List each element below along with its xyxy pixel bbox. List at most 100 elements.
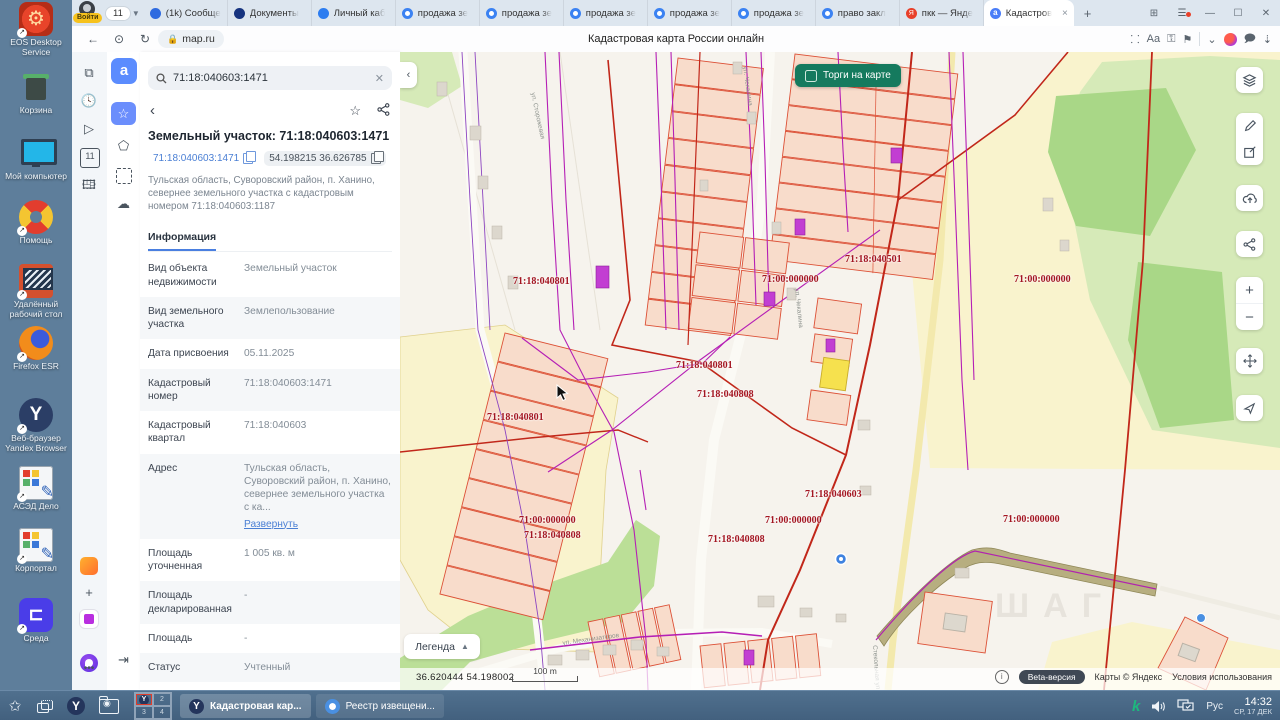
apps-grid-icon[interactable]: ⸬ (1131, 32, 1140, 47)
favorites-star-button[interactable]: ☆ (111, 102, 136, 125)
pan-button[interactable] (1236, 348, 1263, 374)
browser-tab[interactable]: продажа зе (480, 0, 564, 26)
workspace-4[interactable]: 4 (153, 706, 171, 719)
browser-tab[interactable]: продажа зе (648, 0, 732, 26)
minimize-button[interactable]: — (1196, 8, 1224, 19)
browser-tab[interactable]: право закл (816, 0, 900, 26)
search-input[interactable]: 71:18:040603:1471 ✕ (148, 66, 392, 90)
profile-button[interactable]: Войти (72, 0, 102, 26)
browser-tab[interactable]: продажа зе (564, 0, 648, 26)
browser-tab[interactable]: продажа зе (396, 0, 480, 26)
panels-icon[interactable]: ⧉ (80, 64, 98, 82)
browser-tab[interactable]: продажа зе (732, 0, 816, 26)
cadastral-number-link[interactable]: 71:18:040603:1471 (148, 151, 258, 166)
my-location-button[interactable] (1236, 395, 1263, 421)
mapru-logo[interactable]: a (111, 58, 137, 84)
polygon-draw-icon[interactable]: ⬠ (111, 134, 136, 157)
tray-app-icon[interactable]: k (1132, 698, 1140, 715)
expand-link[interactable]: Развернуть (244, 518, 392, 531)
new-tab-button[interactable]: + (1084, 6, 1092, 21)
coordinates-chip[interactable]: 54.198215 36.626785 (264, 151, 385, 166)
workspace-switcher[interactable]: Y 2 3 4 (134, 692, 172, 720)
browser-tab[interactable]: Кадастров× (984, 0, 1074, 26)
checkbox-icon[interactable] (805, 70, 817, 82)
screenshot-icon[interactable]: 🖽 (80, 176, 98, 194)
tab-close-icon[interactable]: × (1062, 8, 1068, 19)
show-windows-icon[interactable] (37, 700, 53, 713)
browser-tab[interactable]: (1k) Сообще (144, 0, 228, 26)
tab-information[interactable]: Информация (148, 227, 392, 252)
desktop-icon-korportal[interactable]: ↗ Корпортал (0, 528, 72, 574)
desktop-icon-my-computer[interactable]: Мой компьютер (0, 136, 72, 182)
terms-link[interactable]: Условия использования (1172, 672, 1272, 682)
edit-button[interactable] (1236, 139, 1263, 165)
copy-icon[interactable] (371, 153, 381, 164)
browser-tab[interactable]: Личный каб (312, 0, 396, 26)
desktop-icon-sreda[interactable]: ↗ Среда (0, 598, 72, 644)
copy-icon[interactable] (243, 153, 253, 164)
cloud-upload-button[interactable] (1236, 185, 1263, 211)
url-field[interactable]: 🔒 map.ru (158, 30, 224, 48)
add-widget-icon[interactable]: + (80, 584, 98, 602)
desktop-icon-trash[interactable]: Корзина (0, 70, 72, 116)
workspace-3[interactable]: 3 (135, 706, 153, 719)
desktop-icon-asd-delo[interactable]: ↗ АСЭД Дело (0, 466, 72, 512)
start-menu-icon[interactable]: ✩ (0, 694, 30, 718)
zoom-out-button[interactable]: − (1236, 303, 1263, 330)
info-icon[interactable]: i (995, 670, 1009, 684)
exit-icon[interactable]: ⇥ (111, 648, 136, 671)
workspace-2[interactable]: 2 (153, 693, 171, 706)
desktop-icon-remote-desktop[interactable]: ↗ Удалённый рабочий стол (0, 264, 72, 320)
clock[interactable]: 14:32 СР, 17 ДЕК (1234, 696, 1272, 716)
tab-counter[interactable]: 11 ▼ (106, 7, 140, 20)
cloud-icon[interactable]: ☁ (111, 192, 136, 215)
back-chevron-icon[interactable]: ‹ (150, 102, 155, 119)
bookmark-icon[interactable]: ⚑ (1182, 33, 1192, 46)
yandex-home-icon[interactable]: ⊙ (106, 32, 132, 46)
close-button[interactable]: ✕ (1252, 8, 1280, 19)
mail-icon[interactable] (80, 557, 98, 575)
tab-count-badge[interactable]: 11 (80, 148, 100, 168)
clear-search-icon[interactable]: ✕ (375, 72, 384, 85)
refresh-button[interactable]: ↻ (132, 32, 158, 46)
play-icon[interactable]: ▷ (80, 120, 98, 138)
volume-icon[interactable] (1151, 700, 1166, 713)
pocket-icon[interactable]: ⌄ (1207, 33, 1216, 46)
desktop-icon-help[interactable]: ↗ Помощь (0, 200, 72, 246)
area-select-icon[interactable] (116, 168, 132, 184)
legend-button[interactable]: Легенда ▲ (404, 634, 480, 659)
map-share-button[interactable] (1236, 231, 1263, 257)
panel-collapse-button[interactable]: ‹ (400, 62, 417, 88)
star-icon[interactable]: ☆ (349, 103, 361, 119)
desktop-icon-firefox[interactable]: ↗ Firefox ESR (0, 326, 72, 372)
sidebar-panel-icon[interactable]: ⊞ (1140, 8, 1168, 19)
downloads-icon[interactable]: ⇣ (1263, 33, 1272, 46)
browser-tab[interactable]: пкк — Янде (900, 0, 984, 26)
translate-icon[interactable]: Aa (1147, 33, 1160, 45)
history-icon[interactable]: 🕓 (80, 92, 98, 110)
yandex-browser-taskbar-icon[interactable]: Y (67, 697, 85, 715)
display-settings-icon[interactable] (1177, 699, 1195, 713)
more-icon[interactable]: ••• (80, 660, 98, 678)
torgi-toggle-button[interactable]: Торги на карте (795, 64, 901, 87)
desktop-icon-eos[interactable]: ↗ EOS Desktop Service (0, 2, 72, 58)
share-icon[interactable] (377, 103, 390, 116)
alisa-icon[interactable] (1224, 33, 1237, 46)
back-button[interactable]: ← (80, 32, 106, 46)
workspace-1[interactable]: Y (135, 693, 153, 706)
cadastral-map[interactable] (400, 52, 1280, 690)
file-manager-icon[interactable] (99, 699, 119, 714)
app-icon[interactable] (80, 610, 98, 628)
browser-menu-icon[interactable]: ☰ (1168, 8, 1196, 19)
ruler-button[interactable] (1236, 113, 1263, 139)
browser-tab[interactable]: Документы (228, 0, 312, 26)
language-indicator[interactable]: Рус (1206, 701, 1223, 712)
layers-button[interactable] (1236, 67, 1263, 93)
messenger-icon[interactable]: 🗩 (1244, 30, 1256, 49)
task-button-kadastrovaya[interactable]: Y Кадастровая кар... (180, 694, 311, 718)
task-button-reestr[interactable]: Реестр извещени... (316, 694, 444, 718)
desktop-icon-yandex-browser[interactable]: ↗ Веб-браузер Yandex Browser (0, 398, 72, 454)
password-icon[interactable]: ⚿ (1167, 33, 1175, 46)
zoom-in-button[interactable]: + (1236, 277, 1263, 303)
maximize-button[interactable]: ☐ (1224, 8, 1252, 19)
